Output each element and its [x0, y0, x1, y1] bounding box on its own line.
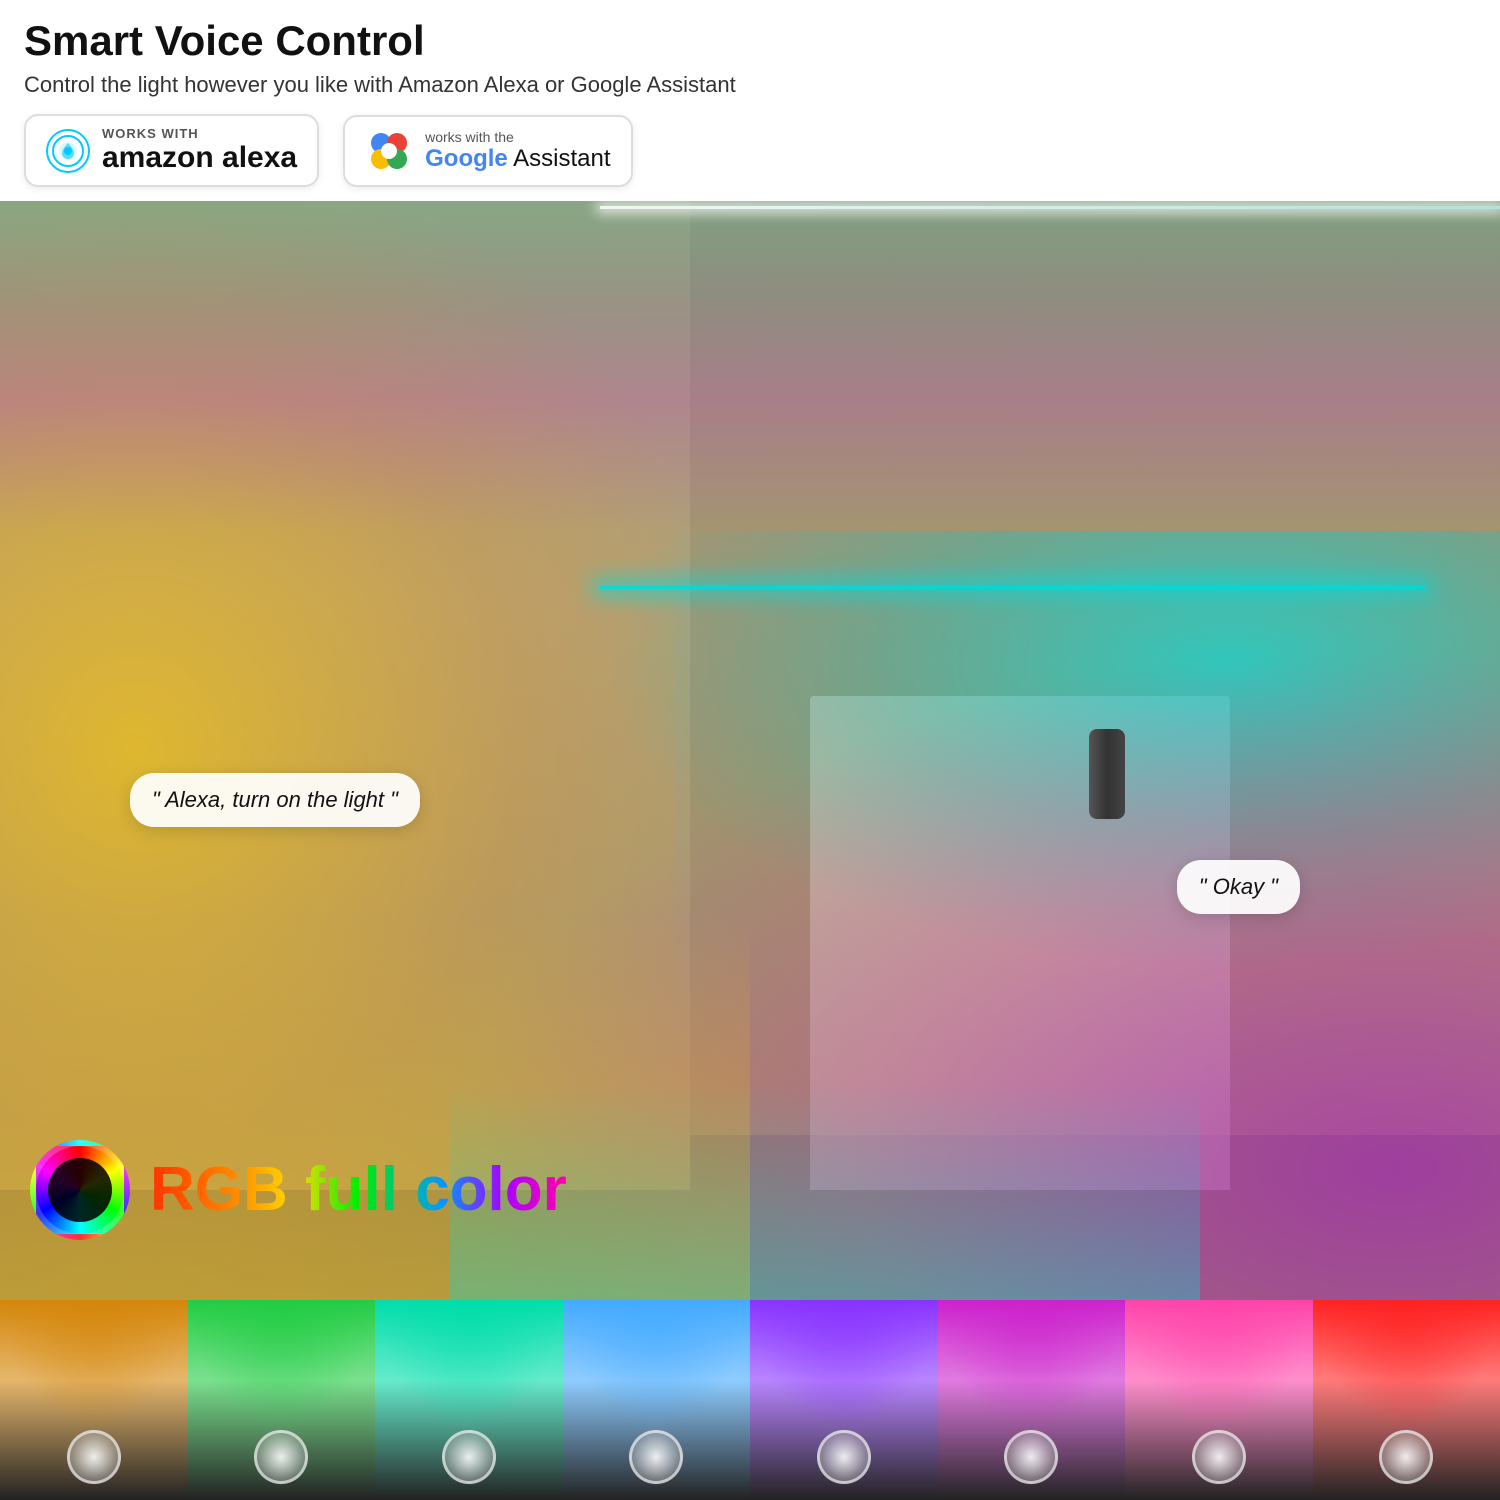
color-swatches-row [0, 1300, 1500, 1500]
bulb-icon [67, 1430, 121, 1484]
bulb-icon [1379, 1430, 1433, 1484]
google-works-with: works with the [425, 129, 610, 145]
alexa-works-with: WORKS WITH [102, 126, 297, 141]
color-swatch [1125, 1300, 1313, 1500]
bulb-icon [1192, 1430, 1246, 1484]
google-badge-text: works with the Google Assistant [425, 129, 610, 173]
page-wrapper: Smart Voice Control Control the light ho… [0, 0, 1500, 1500]
bulb-icon [442, 1430, 496, 1484]
color-swatch [188, 1300, 376, 1500]
kitchen-section: " Alexa, turn on the light " " Okay " RG… [0, 201, 1500, 1300]
bulb-icon [629, 1430, 683, 1484]
alexa-badge-text: WORKS WITH amazon alexa [102, 126, 297, 175]
google-assistant-label: Google Assistant [425, 145, 610, 173]
header-subtitle: Control the light however you like with … [24, 72, 1476, 98]
page-title: Smart Voice Control [24, 18, 1476, 64]
badge-row: WORKS WITH amazon alexa [24, 114, 1476, 187]
google-badge: works with the Google Assistant [343, 115, 632, 187]
alexa-brand: amazon alexa [102, 141, 297, 175]
color-swatch [938, 1300, 1126, 1500]
color-wheel [30, 1140, 130, 1240]
color-swatch [375, 1300, 563, 1500]
rgb-full-color-label: RGB full color [150, 1159, 567, 1221]
alexa-badge: WORKS WITH amazon alexa [24, 114, 319, 187]
color-swatch [563, 1300, 751, 1500]
color-swatch [750, 1300, 938, 1500]
bulb-icon [1004, 1430, 1058, 1484]
okay-speech-bubble: " Okay " [1177, 860, 1300, 914]
strip-light-top [600, 206, 1500, 209]
google-assistant-icon [365, 127, 413, 175]
alexa-icon [46, 129, 90, 173]
color-swatch [1313, 1300, 1500, 1500]
header-section: Smart Voice Control Control the light ho… [0, 0, 1500, 201]
alexa-speech-bubble: " Alexa, turn on the light " [130, 773, 420, 827]
bulb-icon [254, 1430, 308, 1484]
smart-speaker [1089, 729, 1125, 819]
rgb-overlay: RGB full color [30, 1140, 567, 1240]
strip-light-under [600, 586, 1425, 589]
top-gradient [0, 201, 1500, 531]
bulb-icon [817, 1430, 871, 1484]
color-swatch [0, 1300, 188, 1500]
